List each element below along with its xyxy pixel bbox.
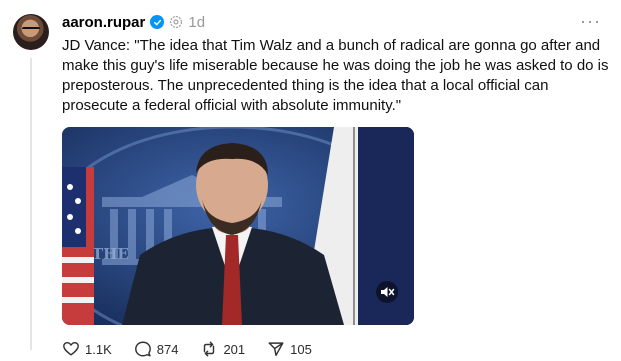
more-options-icon[interactable]: ··· [580,11,601,32]
action-bar: 1.1K 874 201 105 [62,338,334,360]
thread-line [30,58,32,350]
post-text: JD Vance: "The idea that Tim Walz and a … [62,37,609,114]
verified-badge-icon [150,15,165,29]
flag-left [62,167,94,325]
thread-post: aaron.rupar 1d ··· JD Vance: "The idea t… [0,0,621,361]
reply-count: 874 [156,341,179,357]
repost-icon [204,341,215,357]
comment-icon [134,341,151,357]
repost-button[interactable]: 201 [200,340,245,358]
post-header: aaron.rupar 1d [62,12,205,32]
reply-button[interactable]: 874 [134,340,179,358]
backdrop-lettering: THE [92,245,129,263]
ai-info-icon[interactable] [169,15,183,29]
like-count: 1.1K [85,341,112,357]
avatar[interactable] [13,14,49,50]
video-player[interactable]: THE [62,127,414,325]
heart-icon [63,341,79,356]
username[interactable]: aaron.rupar [62,14,145,31]
muted-speaker-icon[interactable] [376,281,398,303]
post-timestamp[interactable]: 1d [188,14,205,31]
repost-count: 201 [223,341,246,357]
like-button[interactable]: 1.1K [62,340,112,358]
share-button[interactable]: 105 [267,340,312,358]
video-frame: THE [62,127,414,325]
avatar-glasses [22,27,40,31]
share-count: 105 [290,341,312,357]
send-icon [268,342,284,357]
